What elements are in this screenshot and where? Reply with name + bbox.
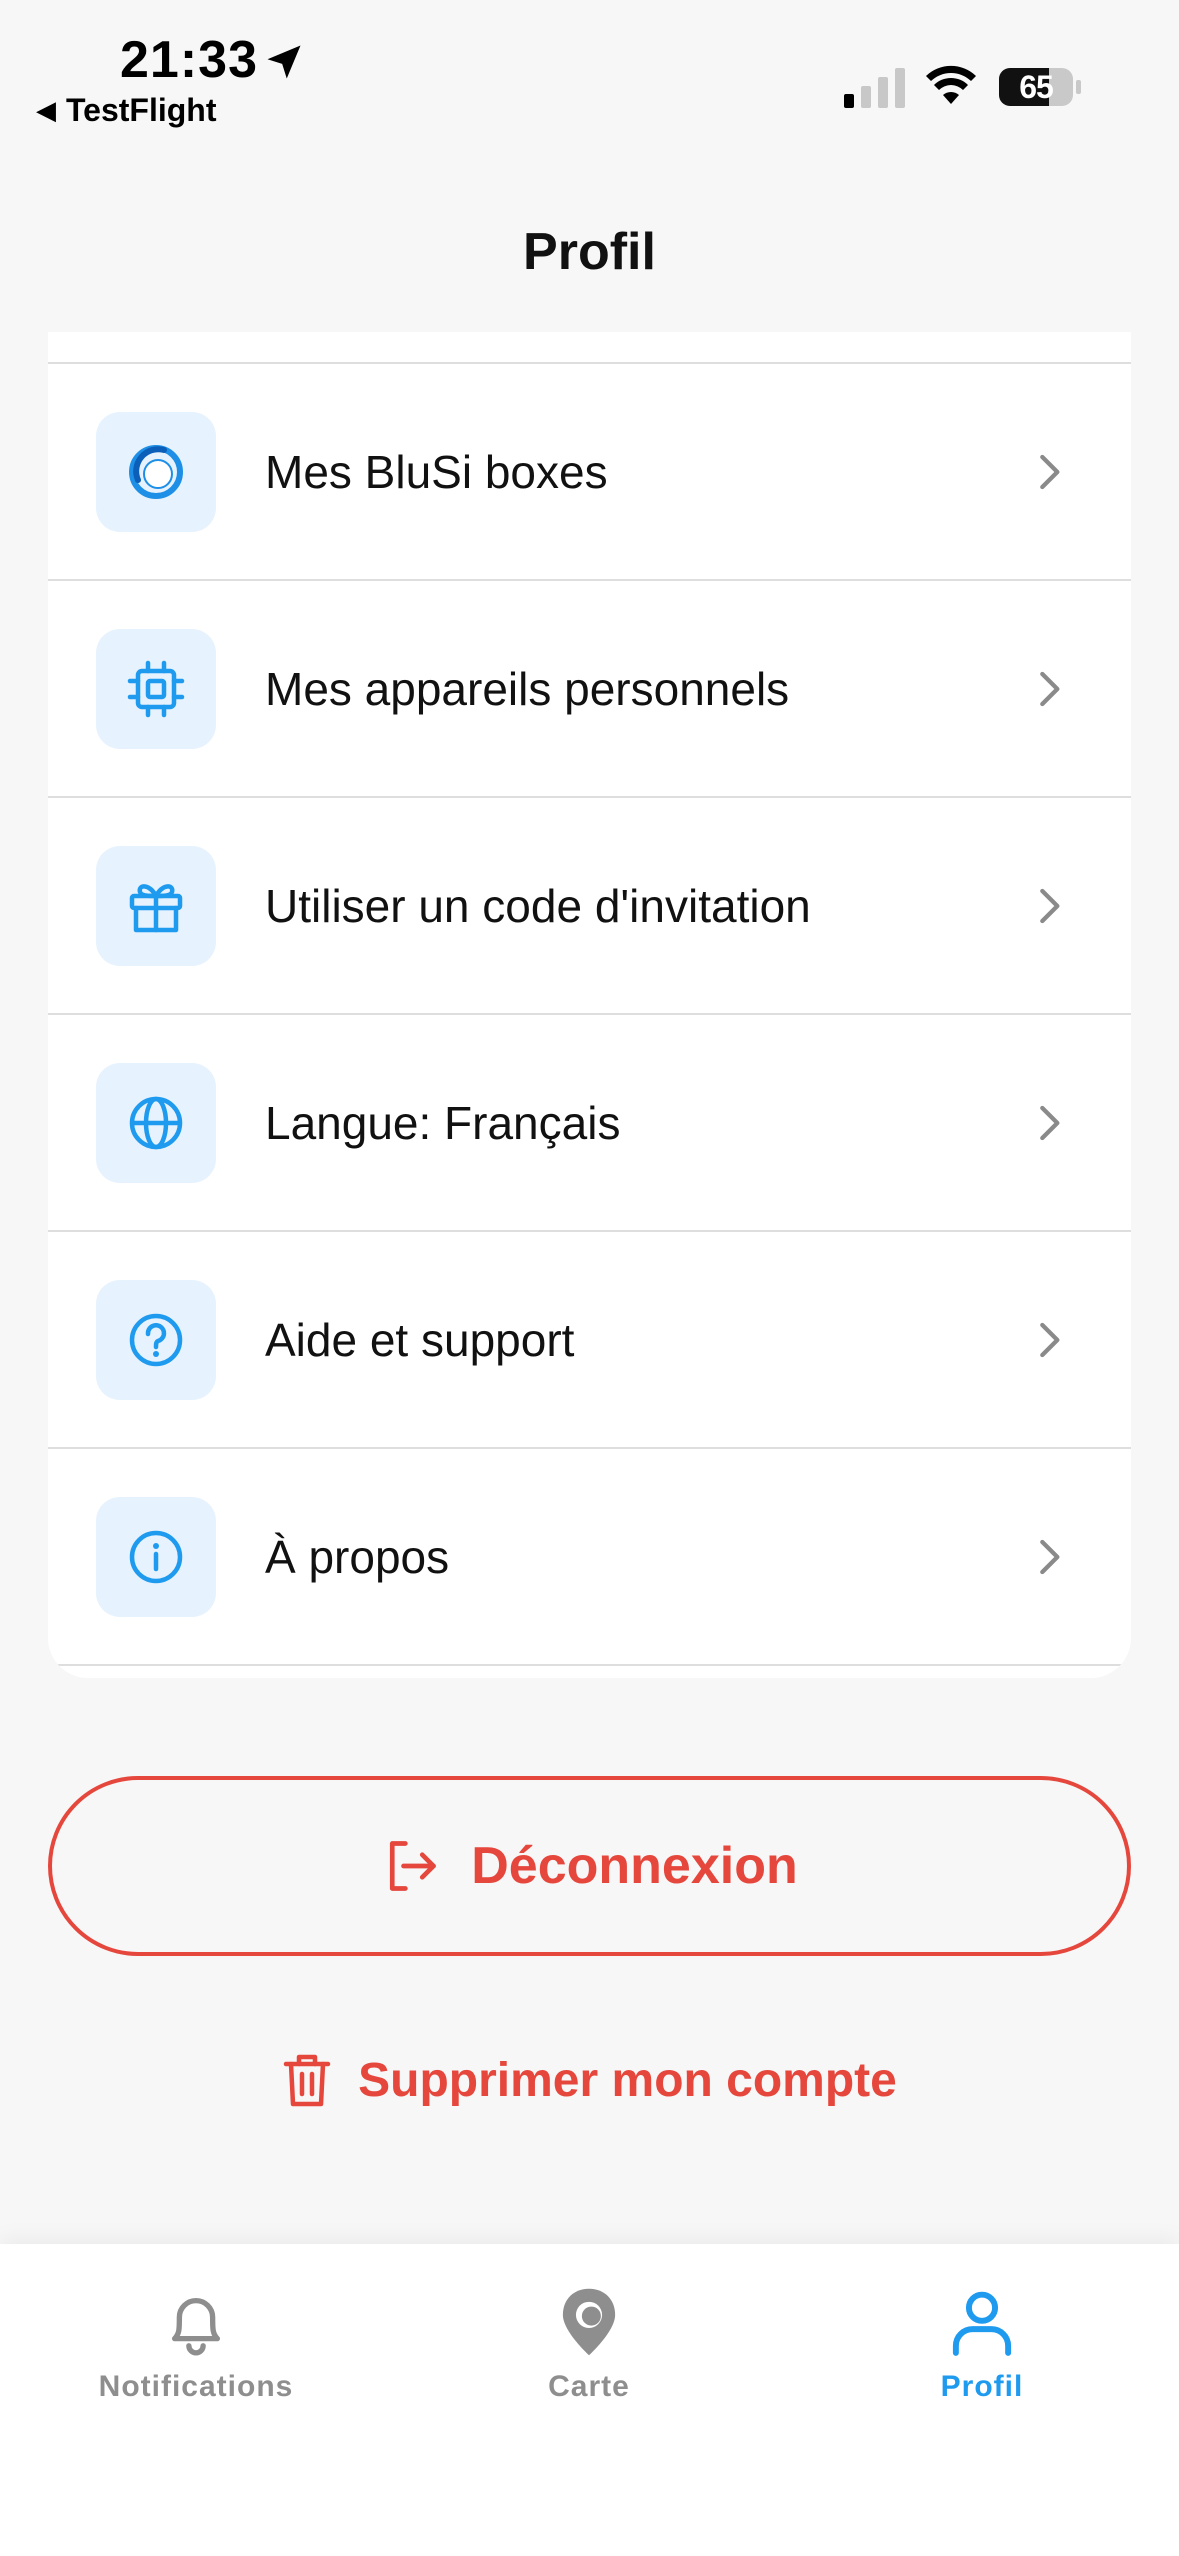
chevron-right-icon <box>1040 454 1060 490</box>
menu-item-help-support[interactable]: Aide et support <box>48 1232 1131 1449</box>
menu-item-label: Mes BluSi boxes <box>265 446 608 498</box>
gift-icon <box>96 846 216 966</box>
menu-item-language[interactable]: Langue: Français <box>48 1015 1131 1232</box>
tab-notifications[interactable]: Notifications <box>0 2284 392 2424</box>
menu-item-label: Mes appareils personnels <box>265 663 790 715</box>
menu-item-label: À propos <box>265 1531 450 1583</box>
location-arrow-icon <box>267 45 301 79</box>
menu-item-about[interactable]: À propos <box>48 1449 1131 1666</box>
back-to-app-link[interactable]: ◀ TestFlight <box>36 92 217 129</box>
profile-menu: Mes BluSi boxes Mes appareils personnels… <box>48 332 1131 1678</box>
tab-label: Carte <box>548 2370 630 2403</box>
help-icon <box>96 1280 216 1400</box>
map-pin-icon <box>562 2288 616 2356</box>
user-icon <box>952 2291 1012 2356</box>
chevron-right-icon <box>1040 1105 1060 1141</box>
page-title: Profil <box>523 223 656 281</box>
info-icon <box>96 1497 216 1617</box>
tab-label: Notifications <box>98 2370 294 2403</box>
status-bar: 21:33 ◀ TestFlight 65 <box>0 0 1179 140</box>
tab-label: Profil <box>940 2370 1024 2403</box>
delete-account-label: Supprimer mon compte <box>358 2053 897 2107</box>
logout-icon <box>390 1841 437 1891</box>
tab-bar: Notifications Carte Profil <box>0 2244 1179 2556</box>
blusi-logo-icon <box>96 412 216 532</box>
chevron-right-icon <box>1040 888 1060 924</box>
trash-icon <box>283 2054 331 2107</box>
logout-button[interactable]: Déconnexion <box>48 1776 1131 1956</box>
status-time: 21:33 <box>120 31 258 89</box>
menu-item-blusi-boxes[interactable]: Mes BluSi boxes <box>48 364 1131 581</box>
battery-level: 65 <box>1019 69 1054 105</box>
menu-item-personal-devices[interactable]: Mes appareils personnels <box>48 581 1131 798</box>
logout-label: Déconnexion <box>471 1837 798 1895</box>
chevron-right-icon <box>1040 671 1060 707</box>
bell-icon <box>171 2297 221 2356</box>
menu-item-label: Utiliser un code d'invitation <box>265 880 811 932</box>
tab-map[interactable]: Carte <box>393 2284 785 2424</box>
chevron-right-icon <box>1040 1322 1060 1358</box>
chip-icon <box>96 629 216 749</box>
menu-item-label: Aide et support <box>265 1314 575 1366</box>
chevron-right-icon <box>1040 1539 1060 1575</box>
tab-profile[interactable]: Profil <box>786 2284 1178 2424</box>
menu-item-label: Langue: Français <box>265 1097 621 1149</box>
profile-screen: 21:33 ◀ TestFlight 65 Profil Mes BluSi b… <box>0 0 1179 2556</box>
delete-account-button[interactable]: Supprimer mon compte <box>0 2040 1179 2120</box>
wifi-icon <box>926 65 976 104</box>
globe-icon <box>96 1063 216 1183</box>
back-app-label: TestFlight <box>66 92 217 128</box>
menu-item-invitation-code[interactable]: Utiliser un code d'invitation <box>48 798 1131 1015</box>
cellular-signal-icon <box>844 68 905 108</box>
back-triangle-icon: ◀ <box>36 95 56 125</box>
